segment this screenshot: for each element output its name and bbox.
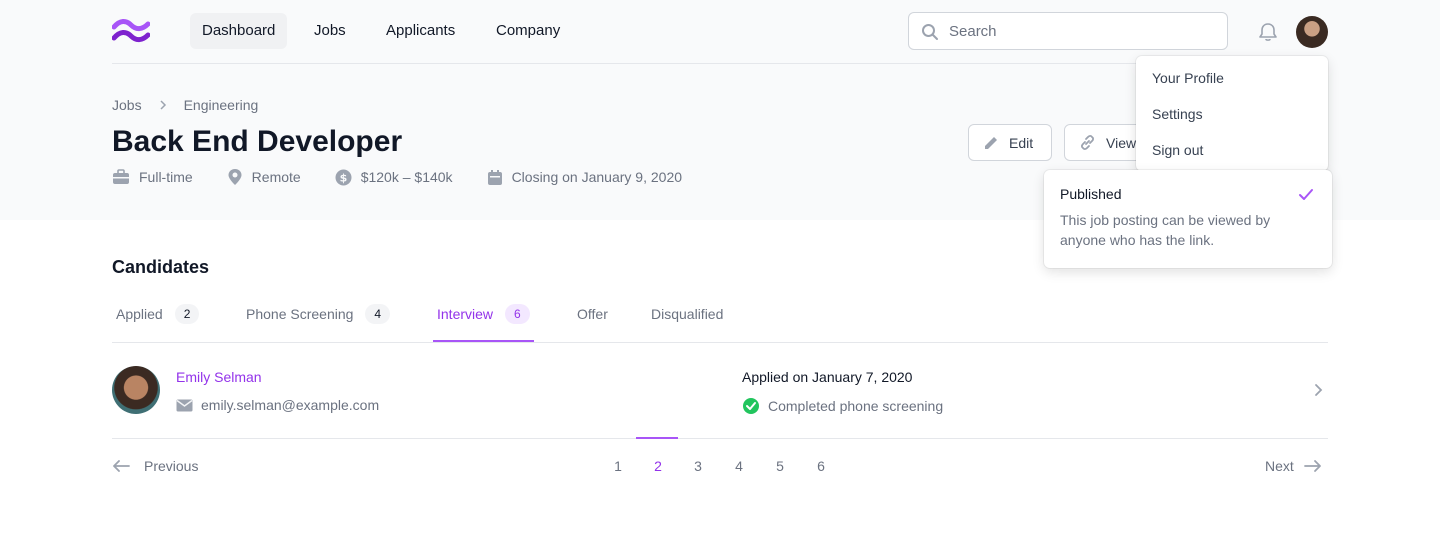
candidate-row[interactable]: Emily Selman emily.selman@example.com Ap… [112,343,1328,439]
candidate-status-text: Completed phone screening [768,398,944,414]
briefcase-icon [113,169,129,184]
view-label: View [1106,134,1137,151]
tab-label: Offer [577,306,608,322]
meta-text: Remote [251,169,301,185]
candidate-name[interactable]: Emily Selman [176,369,262,385]
bell-icon[interactable] [1257,21,1279,43]
user-menu: Your Profile Settings Sign out [1136,56,1328,171]
edit-button[interactable]: Edit [968,124,1052,161]
check-icon [1299,189,1313,200]
candidates-heading: Candidates [112,257,210,277]
location-pin-icon [228,169,242,185]
page-title: Back End Developer [112,125,403,158]
menu-item-sign-out[interactable]: Sign out [1136,132,1328,168]
nav-applicants[interactable]: Applicants [374,13,467,49]
chevron-right-icon[interactable] [1312,383,1324,397]
tab-label: Phone Screening [246,306,354,322]
page-6[interactable]: 6 [811,458,831,474]
meta-location: Remote [227,168,301,186]
previous-page-button[interactable]: Previous [112,458,198,474]
candidate-applied-date: Applied on January 7, 2020 [742,369,913,385]
tab-disqualified[interactable]: Disqualified [647,296,727,342]
previous-label: Previous [144,458,199,474]
top-navbar: Dashboard Jobs Applicants Company [112,0,1328,64]
meta-text: Closing on January 9, 2020 [511,169,683,185]
nav-jobs[interactable]: Jobs [302,13,358,49]
page-5[interactable]: 5 [770,458,790,474]
job-meta: Full-time Remote $ $120k – $140k Closing… [112,168,682,186]
candidate-status: Completed phone screening [742,397,943,415]
tab-count-badge: 2 [174,304,200,324]
nav-dashboard[interactable]: Dashboard [190,13,288,49]
menu-item-your-profile[interactable]: Your Profile [1136,60,1328,96]
tab-count-badge: 4 [365,304,391,324]
svg-text:$: $ [339,171,347,184]
meta-text: Full-time [139,169,193,185]
tab-offer[interactable]: Offer [573,296,612,342]
candidate-email: emily.selman@example.com [176,397,379,413]
tab-label: Applied [116,306,163,322]
publish-status-title: Published [1060,186,1122,202]
candidate-email-text: emily.selman@example.com [201,397,380,413]
chevron-right-icon [160,100,166,110]
meta-text: $120k – $140k [360,169,453,185]
page-1[interactable]: 1 [608,458,628,474]
candidate-tabs: Applied 2 Phone Screening 4 Interview 6 … [112,296,1328,343]
breadcrumb-engineering[interactable]: Engineering [184,97,259,113]
page-3[interactable]: 3 [688,458,708,474]
next-label: Next [1265,458,1294,474]
tab-applied[interactable]: Applied 2 [112,296,203,342]
edit-label: Edit [1009,134,1034,151]
tab-count-badge: 6 [505,304,530,324]
tab-interview[interactable]: Interview 6 [433,296,534,342]
next-page-button[interactable]: Next [1265,458,1322,474]
search-input[interactable] [949,13,1219,49]
meta-closing-date: Closing on January 9, 2020 [487,168,682,186]
user-avatar[interactable] [1296,16,1328,48]
breadcrumb-jobs[interactable]: Jobs [112,97,142,113]
publish-status-popover[interactable]: Published This job posting can be viewed… [1044,170,1332,268]
arrow-right-icon [1303,460,1321,472]
check-circle-icon [743,398,759,414]
tab-label: Interview [437,306,494,322]
link-icon [1080,134,1095,151]
logo-icon[interactable] [112,18,150,46]
meta-salary: $ $120k – $140k [335,168,453,186]
menu-item-settings[interactable]: Settings [1136,96,1328,132]
tab-label: Disqualified [651,306,724,322]
search-box[interactable] [908,12,1228,50]
current-page-indicator [636,437,678,439]
publish-status-description: This job posting can be viewed by anyone… [1060,212,1271,248]
page-4[interactable]: 4 [729,458,749,474]
meta-employment-type: Full-time [112,168,193,186]
candidate-avatar [112,366,160,414]
arrow-left-icon [113,460,130,472]
breadcrumb: Jobs Engineering [112,97,258,113]
calendar-icon [487,169,502,185]
tab-phone-screening[interactable]: Phone Screening 4 [242,296,394,342]
nav-company[interactable]: Company [484,13,572,49]
mail-icon [176,399,193,411]
pencil-icon [985,136,997,149]
currency-dollar-icon: $ [335,169,352,185]
search-icon [922,24,938,40]
page-2[interactable]: 2 [648,458,668,474]
